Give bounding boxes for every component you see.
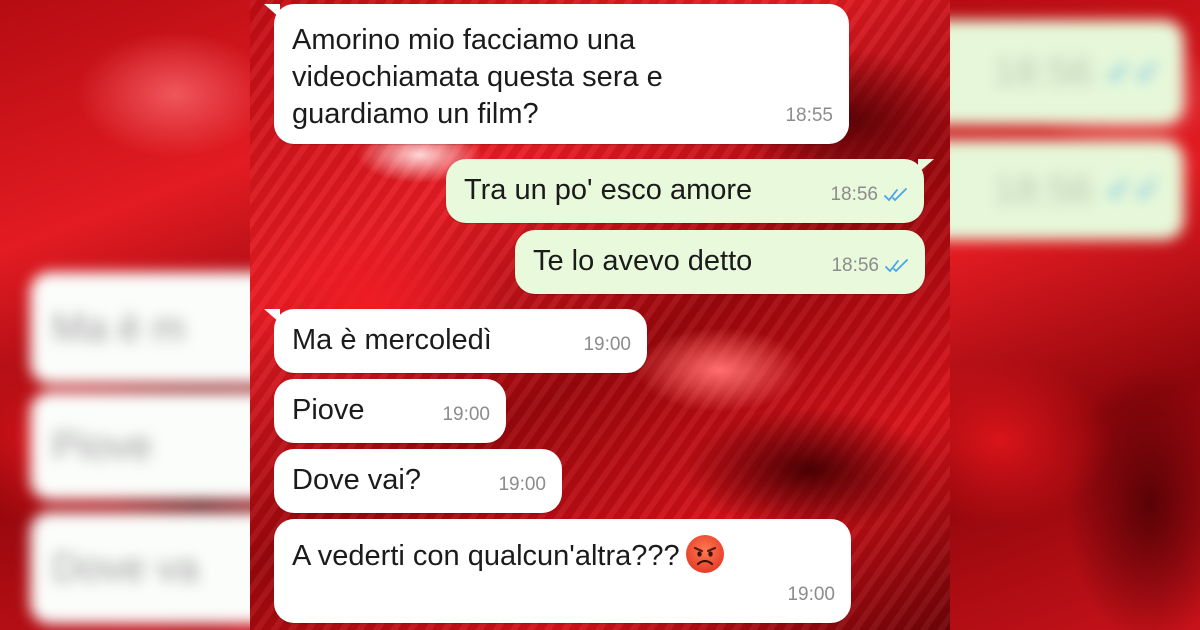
message-meta: 19:00 [583, 326, 631, 363]
angry-face-icon [685, 535, 724, 573]
bubble-tail [264, 309, 280, 323]
blurred-left-panel: Ma è m Piove Dove va [0, 0, 250, 630]
message-time: 19:00 [498, 474, 546, 495]
blurred-text: Piove [52, 423, 153, 468]
message-meta: 18:55 [785, 97, 833, 134]
message-text: Amorino mio facciamo una videochiamata q… [292, 24, 663, 130]
blurred-right-panel: 18:56 ✓✓ 18:56 ✓✓ [950, 0, 1200, 630]
blurred-bubble: Piove [30, 392, 250, 500]
message-meta: 18:56 [830, 176, 908, 213]
message-text: Piove [292, 394, 365, 426]
message-bubble-incoming[interactable]: Piove 19:00 [274, 379, 506, 443]
message-text: Tra un po' esco amore [464, 174, 753, 206]
blurred-text: Dove va [52, 545, 199, 590]
angry-face-drawing [693, 546, 716, 566]
message-time: 18:56 [830, 184, 878, 205]
message-text: A vederti con qualcun'altra??? [292, 540, 680, 572]
double-check-icon [885, 258, 908, 272]
message-bubble-incoming[interactable]: A vederti con qualcun'altra??? 19:00 [274, 519, 851, 623]
blurred-bubble: 18:56 ✓✓ [950, 140, 1184, 240]
blurred-text: Ma è m [52, 305, 186, 350]
message-time: 19:00 [583, 334, 631, 355]
blurred-text: 18:56 [992, 50, 1094, 94]
message-text-row: A vederti con qualcun'altra??? [292, 535, 724, 575]
message-text: Ma è mercoledì [292, 324, 492, 356]
message-bubble-incoming[interactable]: Ma è mercoledì 19:00 [264, 309, 647, 373]
message-text: Te lo avevo detto [533, 245, 753, 277]
message-time: 18:55 [785, 105, 833, 126]
message-bubble-incoming[interactable]: Amorino mio facciamo una videochiamata q… [264, 4, 849, 144]
double-check-icon [884, 187, 907, 201]
bubble-tail [264, 4, 280, 18]
message-meta: 18:56 [831, 247, 909, 284]
message-bubble-incoming[interactable]: Dove vai? 19:00 [274, 449, 562, 513]
message-bubble-outgoing[interactable]: Tra un po' esco amore 18:56 [446, 159, 934, 223]
chat-panel: Amorino mio facciamo una videochiamata q… [250, 0, 950, 630]
message-time: 19:00 [442, 404, 490, 425]
message-bubble-outgoing[interactable]: Te lo avevo detto 18:56 [515, 230, 925, 294]
message-text: Dove vai? [292, 464, 421, 496]
message-meta: 19:00 [787, 576, 835, 613]
blurred-text: 18:56 [992, 167, 1094, 212]
blurred-bubble: Ma è m [30, 272, 250, 384]
message-meta: 19:00 [498, 466, 546, 503]
bubble-tail [918, 159, 934, 173]
message-time: 18:56 [831, 255, 879, 276]
message-meta: 19:00 [442, 396, 490, 433]
message-time: 19:00 [787, 584, 835, 605]
check-icon: ✓✓ [1105, 53, 1162, 92]
blurred-bubble: 18:56 ✓✓ [950, 20, 1184, 125]
check-icon: ✓✓ [1105, 171, 1162, 209]
blurred-bubble: Dove va [30, 512, 250, 624]
